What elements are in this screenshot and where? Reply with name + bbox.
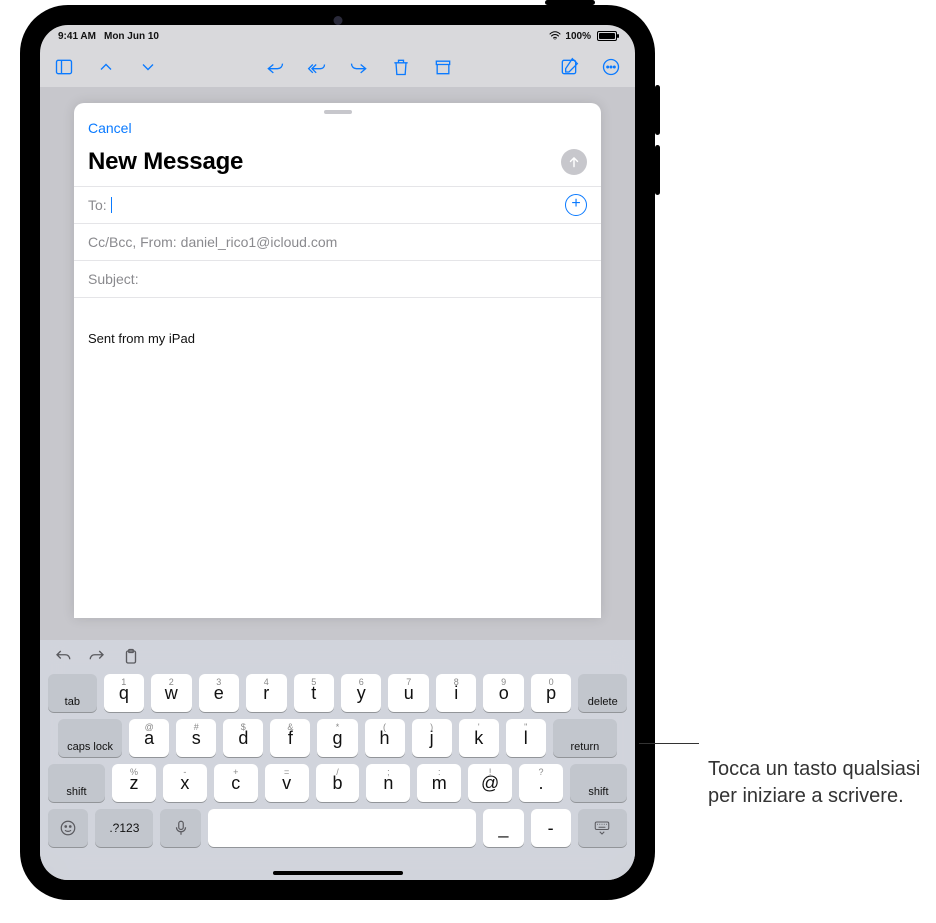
key-@[interactable]: !@	[468, 764, 512, 802]
hide-keyboard-key[interactable]	[578, 809, 627, 847]
callout-leader-line	[639, 743, 699, 744]
key-n[interactable]: ;n	[366, 764, 410, 802]
key-.[interactable]: ?.	[519, 764, 563, 802]
subject-label: Subject:	[88, 271, 139, 287]
return-key[interactable]: return	[553, 719, 617, 757]
numbers-key[interactable]: .?123	[95, 809, 153, 847]
tab-key[interactable]: tab	[48, 674, 97, 712]
clipboard-icon[interactable]	[122, 648, 140, 666]
dash-key[interactable]: -	[531, 809, 571, 847]
mail-toolbar	[40, 47, 635, 87]
key-u[interactable]: 7u	[388, 674, 428, 712]
key-p[interactable]: 0p	[531, 674, 571, 712]
compose-icon[interactable]	[559, 57, 579, 77]
key-l[interactable]: "l	[506, 719, 546, 757]
trash-icon[interactable]	[391, 57, 411, 77]
to-field[interactable]: To:	[74, 186, 601, 223]
key-q[interactable]: 1q	[104, 674, 144, 712]
text-cursor	[111, 197, 113, 213]
key-e[interactable]: 3e	[199, 674, 239, 712]
more-icon[interactable]	[601, 57, 621, 77]
key-m[interactable]: :m	[417, 764, 461, 802]
status-bar: 9:41 AM Mon Jun 10 100%	[40, 25, 635, 47]
key-t[interactable]: 5t	[294, 674, 334, 712]
undo-icon[interactable]	[54, 648, 72, 666]
front-camera	[333, 16, 342, 25]
home-indicator[interactable]	[273, 871, 403, 875]
shift-key-right[interactable]: shift	[570, 764, 627, 802]
signature-text: Sent from my iPad	[88, 331, 195, 346]
reply-all-icon[interactable]	[307, 57, 327, 77]
key-w[interactable]: 2w	[151, 674, 191, 712]
volume-up-button	[655, 85, 660, 135]
key-k[interactable]: 'k	[459, 719, 499, 757]
dictation-key[interactable]	[160, 809, 200, 847]
subject-field[interactable]: Subject:	[74, 260, 601, 297]
emoji-key[interactable]	[48, 809, 88, 847]
add-contact-button[interactable]	[565, 194, 587, 216]
ipad-device-frame: 9:41 AM Mon Jun 10 100%	[20, 5, 655, 900]
battery-percent: 100%	[565, 31, 591, 42]
key-b[interactable]: /b	[316, 764, 360, 802]
to-label: To:	[88, 197, 107, 213]
key-o[interactable]: 9o	[483, 674, 523, 712]
from-email: daniel_rico1@icloud.com	[181, 234, 338, 250]
compose-sheet: Cancel New Message To: Cc/Bcc, From: dan…	[74, 103, 601, 618]
key-v[interactable]: =v	[265, 764, 309, 802]
chevron-down-icon[interactable]	[138, 57, 158, 77]
key-f[interactable]: &f	[270, 719, 310, 757]
spacebar-key[interactable]	[208, 809, 477, 847]
reply-icon[interactable]	[265, 57, 285, 77]
chevron-up-icon[interactable]	[96, 57, 116, 77]
key-c[interactable]: +c	[214, 764, 258, 802]
redo-icon[interactable]	[88, 648, 106, 666]
status-date: Mon Jun 10	[104, 31, 159, 42]
cc-bcc-field[interactable]: Cc/Bcc, From: daniel_rico1@icloud.com	[74, 223, 601, 260]
sidebar-icon[interactable]	[54, 57, 74, 77]
compose-title: New Message	[88, 148, 243, 176]
battery-icon	[597, 31, 617, 41]
forward-icon[interactable]	[349, 57, 369, 77]
key-x[interactable]: -x	[163, 764, 207, 802]
cc-bcc-from-label: Cc/Bcc, From:	[88, 234, 177, 250]
underscore-key[interactable]: _	[483, 809, 523, 847]
volume-down-button	[655, 145, 660, 195]
key-a[interactable]: @a	[129, 719, 169, 757]
key-j[interactable]: )j	[412, 719, 452, 757]
key-d[interactable]: $d	[223, 719, 263, 757]
message-body[interactable]: Sent from my iPad	[74, 297, 601, 618]
onscreen-keyboard: tab 1q2w3e4r5t6y7u8i9o0pdelete caps lock…	[40, 640, 635, 880]
send-button[interactable]	[561, 149, 587, 175]
shift-key-left[interactable]: shift	[48, 764, 105, 802]
delete-key[interactable]: delete	[578, 674, 627, 712]
key-r[interactable]: 4r	[246, 674, 286, 712]
capslock-key[interactable]: caps lock	[58, 719, 122, 757]
power-button	[545, 0, 595, 5]
key-y[interactable]: 6y	[341, 674, 381, 712]
callout-text: Tocca un tasto qualsiasi per iniziare a …	[708, 756, 928, 810]
key-i[interactable]: 8i	[436, 674, 476, 712]
key-g[interactable]: *g	[317, 719, 357, 757]
screen: 9:41 AM Mon Jun 10 100%	[40, 25, 635, 880]
archive-icon[interactable]	[433, 57, 453, 77]
key-s[interactable]: #s	[176, 719, 216, 757]
status-time: 9:41 AM	[58, 31, 96, 42]
cancel-button[interactable]: Cancel	[88, 120, 132, 136]
key-z[interactable]: %z	[112, 764, 156, 802]
key-h[interactable]: (h	[365, 719, 405, 757]
wifi-icon	[549, 31, 561, 41]
